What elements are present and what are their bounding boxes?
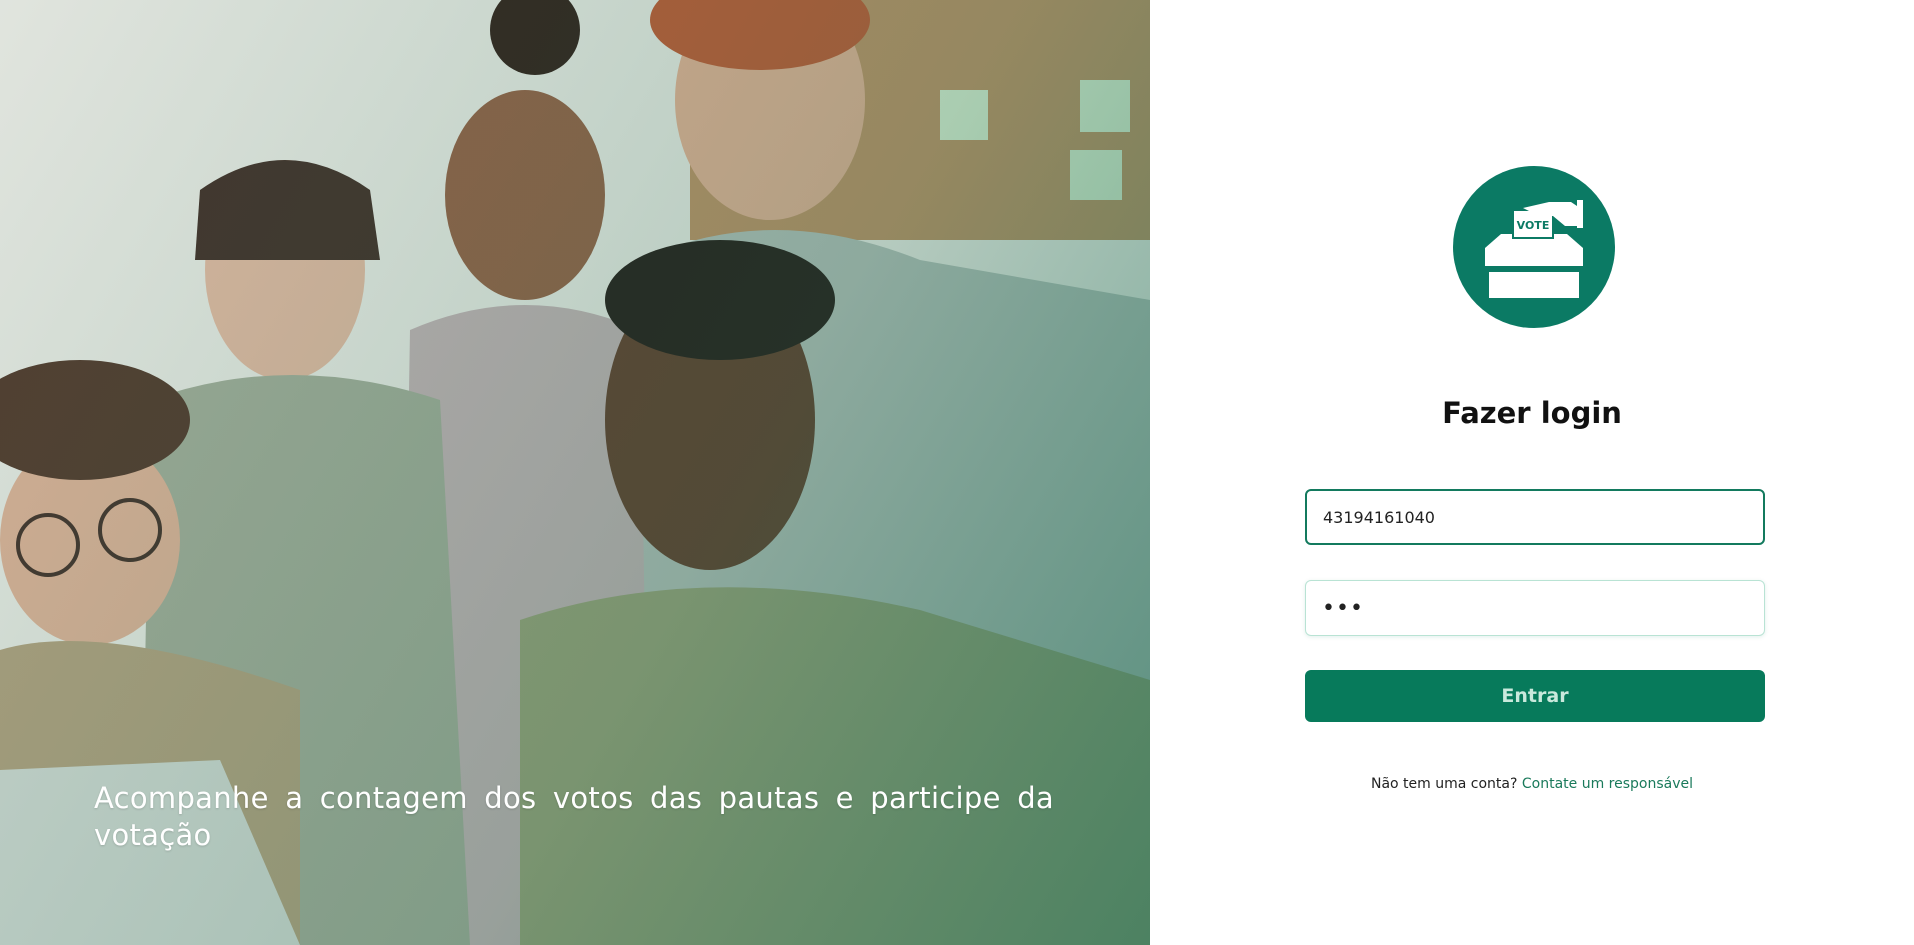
login-panel: VOTE Fazer login Entrar Não tem uma cont… bbox=[1150, 0, 1914, 945]
hero-caption: Acompanhe a contagem dos votos das pauta… bbox=[94, 781, 1054, 852]
login-page: Acompanhe a contagem dos votos das pauta… bbox=[0, 0, 1914, 945]
vote-logo-svg: VOTE bbox=[1485, 200, 1583, 298]
signup-prompt: Não tem uma conta? bbox=[1370, 776, 1518, 792]
hero-section: Acompanhe a contagem dos votos das pauta… bbox=[0, 0, 1150, 945]
signup-line: Não tem uma conta? Contate um responsáve… bbox=[1150, 776, 1914, 792]
username-input[interactable] bbox=[1305, 489, 1765, 545]
contact-responsible-link[interactable]: Contate um responsável bbox=[1522, 776, 1693, 792]
vote-ballot-box-icon: VOTE bbox=[1453, 166, 1615, 328]
password-input[interactable] bbox=[1305, 580, 1765, 636]
login-button[interactable]: Entrar bbox=[1305, 670, 1765, 722]
logo-vote-text: VOTE bbox=[1517, 219, 1550, 232]
page-title: Fazer login bbox=[1442, 396, 1622, 430]
